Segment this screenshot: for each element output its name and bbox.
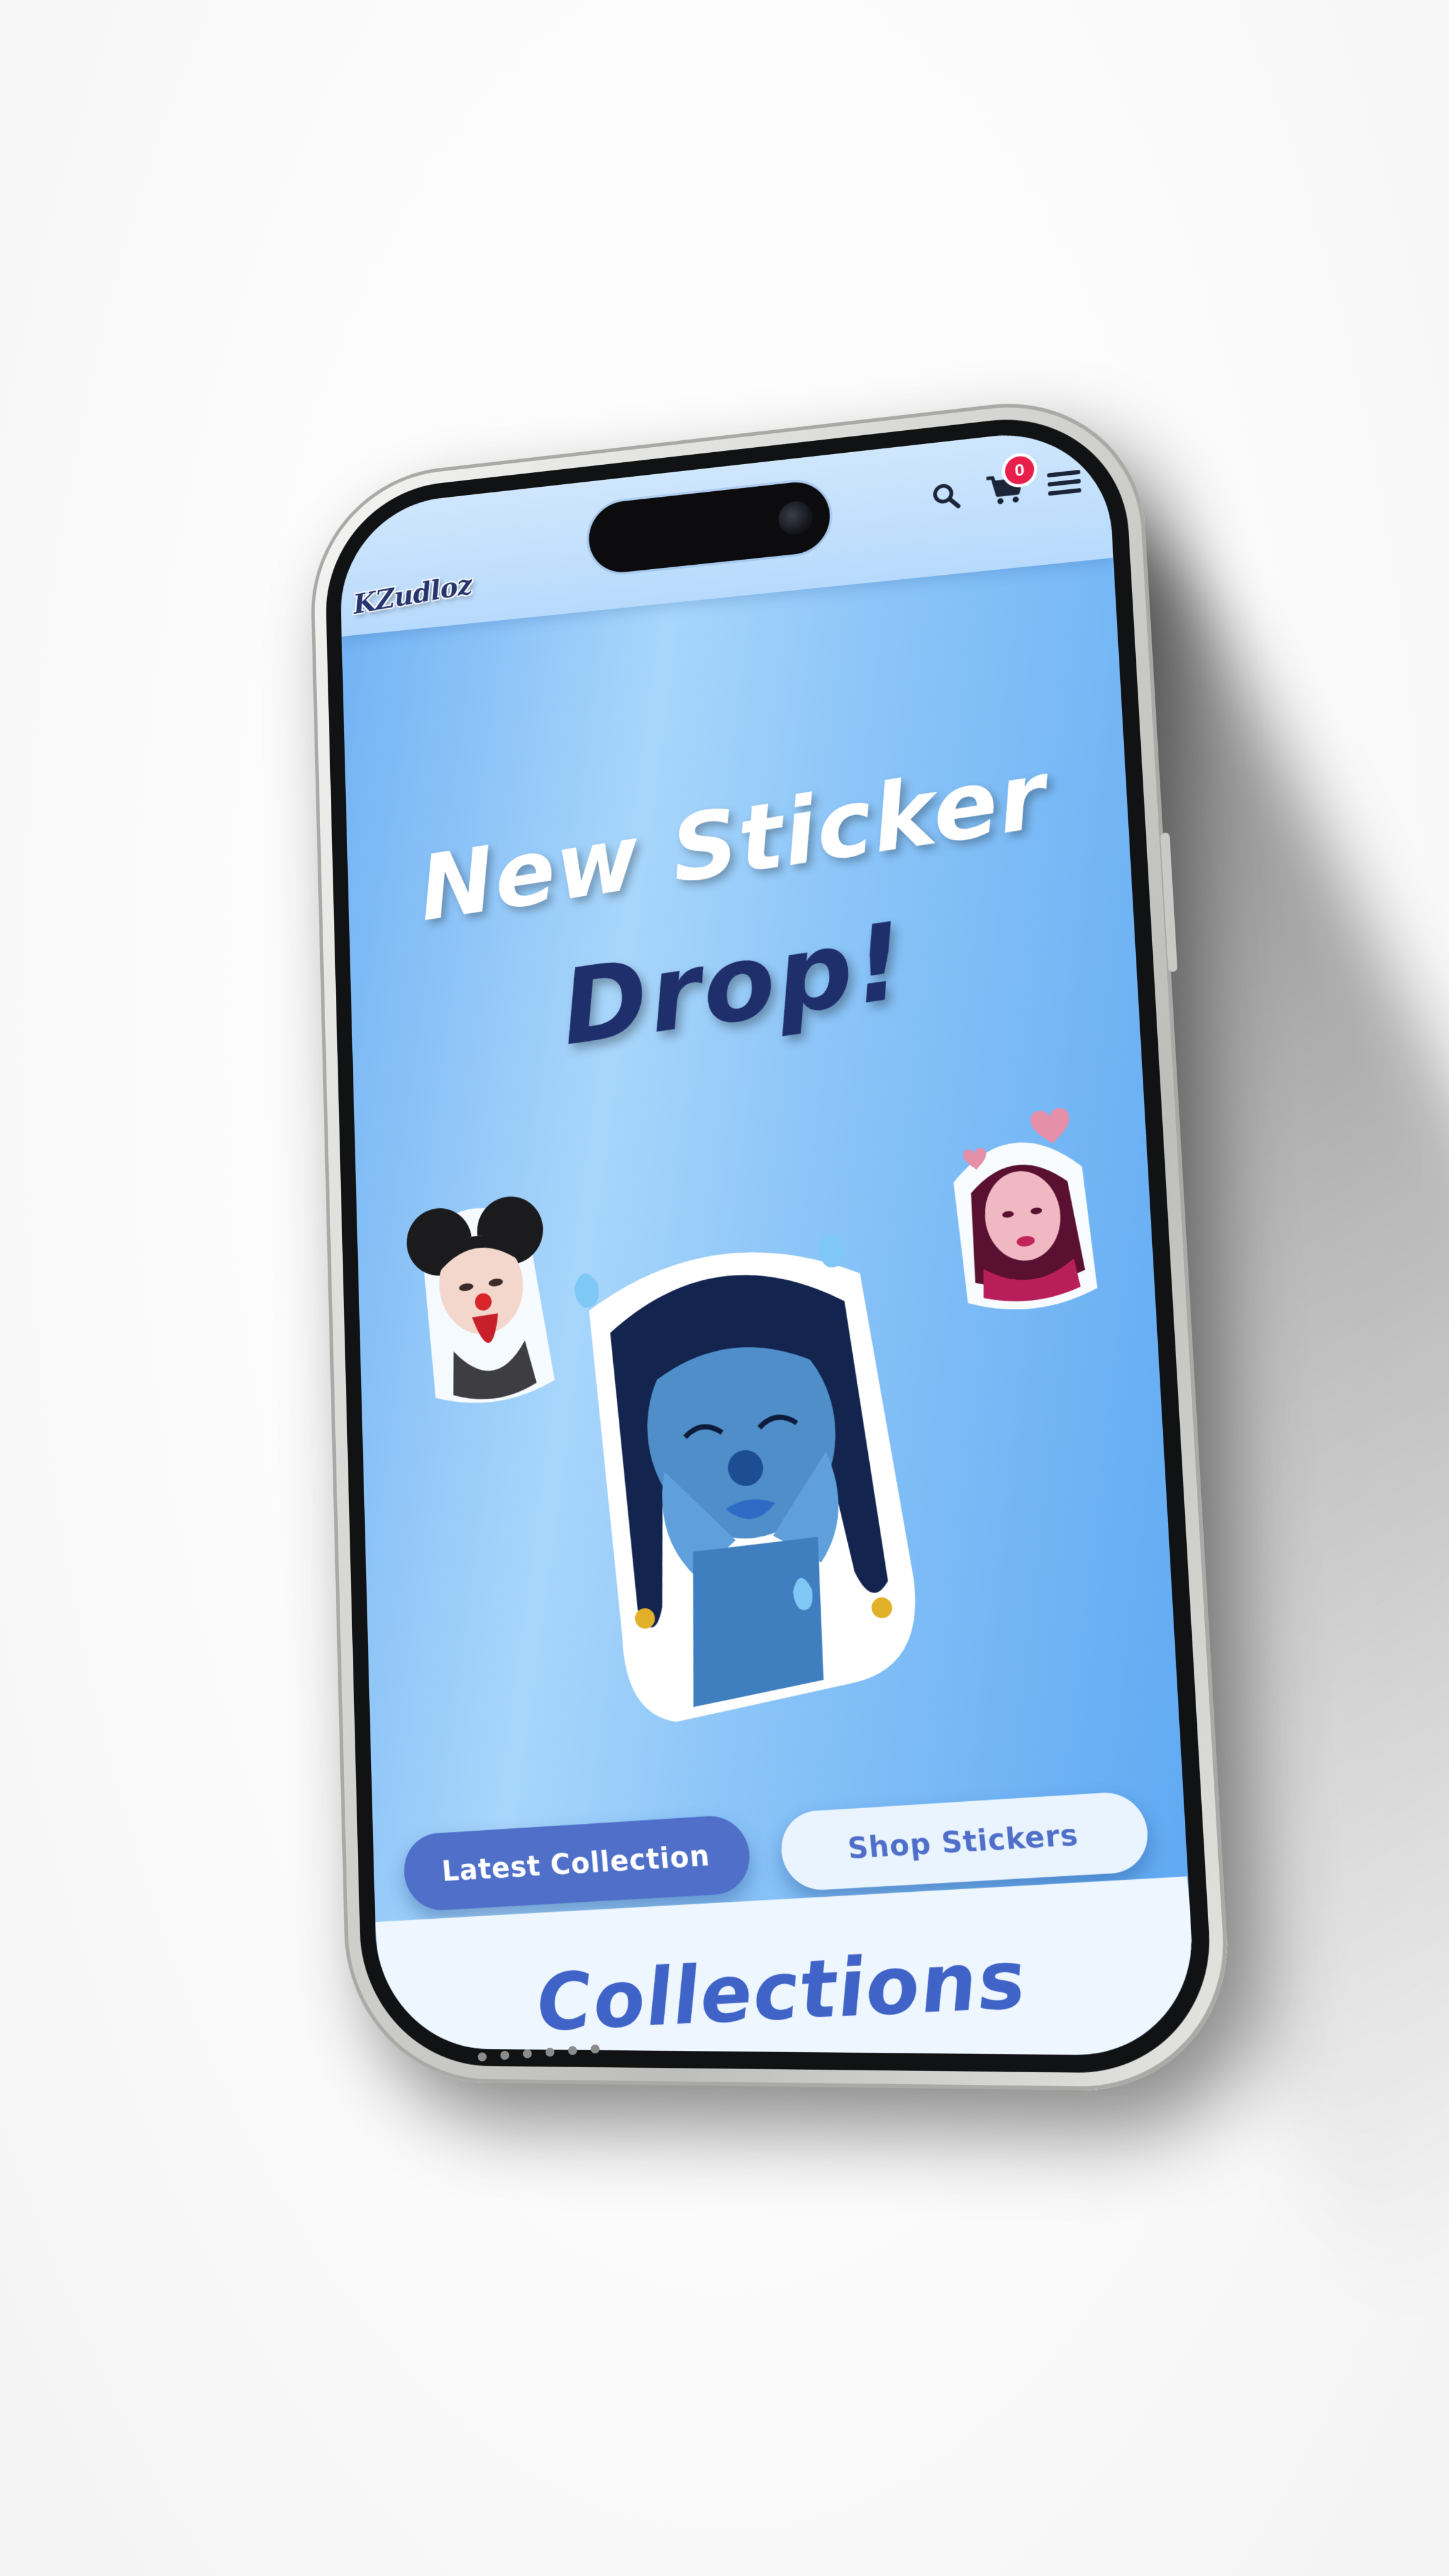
search-icon bbox=[930, 480, 962, 512]
hero-cta-row: Latest Collection Shop Stickers bbox=[401, 1790, 1155, 1913]
mockup-scene: KZudloz 0 New Sticker Drop! Latest Colle… bbox=[0, 0, 1449, 2576]
latest-collection-button[interactable]: Latest Collection bbox=[401, 1814, 753, 1913]
logo-text: KZudloz bbox=[352, 568, 474, 621]
search-button[interactable] bbox=[926, 476, 965, 516]
phone-screen: KZudloz 0 New Sticker Drop! Latest Colle… bbox=[338, 423, 1199, 2057]
collections-title: Collections bbox=[533, 1933, 1031, 2050]
sticker-pink-clown-image bbox=[950, 1107, 1099, 1316]
shop-stickers-button[interactable]: Shop Stickers bbox=[778, 1790, 1152, 1892]
sticker-crying-blue-clown-image bbox=[572, 1231, 930, 1727]
cart-button[interactable]: 0 bbox=[985, 455, 1035, 509]
dynamic-island bbox=[587, 479, 832, 576]
hero-section: New Sticker Drop! Latest Collection Shop… bbox=[341, 558, 1191, 1929]
phone-mockup: KZudloz 0 New Sticker Drop! Latest Colle… bbox=[308, 388, 1236, 2092]
menu-icon bbox=[1046, 469, 1082, 496]
sticker-clown-girl-image bbox=[403, 1191, 557, 1411]
front-camera bbox=[777, 499, 814, 537]
header-icons: 0 bbox=[926, 455, 1084, 516]
site-logo[interactable]: KZudloz bbox=[352, 557, 473, 631]
menu-button[interactable] bbox=[1044, 463, 1084, 504]
